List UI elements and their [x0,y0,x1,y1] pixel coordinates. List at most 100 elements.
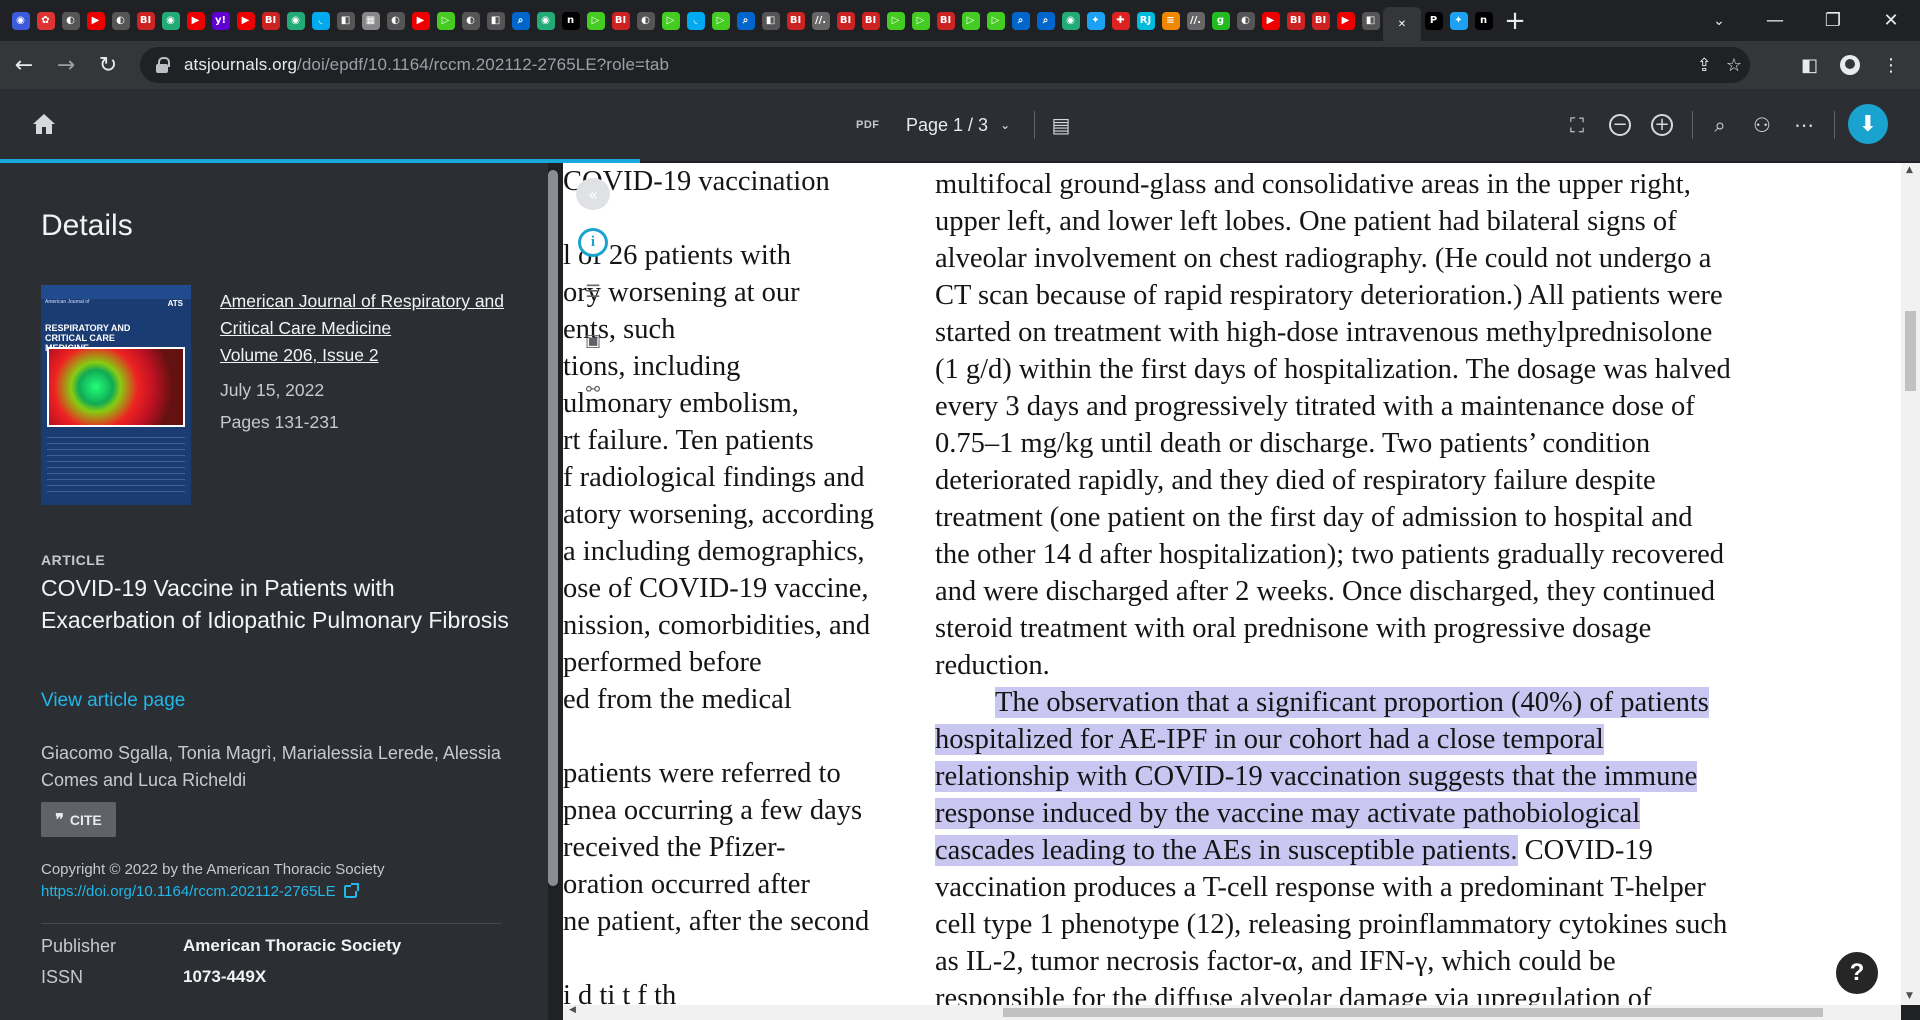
browser-tab-26[interactable]: ▷ [658,6,683,35]
browser-tab-6[interactable]: ◉ [158,6,183,35]
collapse-panel-icon[interactable]: « [576,178,610,211]
browser-tab-17[interactable]: ▷ [433,6,458,35]
lock-icon[interactable] [156,57,170,73]
browser-tab-36[interactable]: ▷ [908,6,933,35]
forward-arrow-icon[interactable]: → [48,47,84,83]
search-icon[interactable]: ⌕ [1706,111,1734,139]
more-options-icon[interactable]: ⋯ [1790,111,1818,139]
browser-tab-32[interactable]: //. [808,6,833,35]
browser-tab-34[interactable]: BI [858,6,883,35]
browser-tab-19[interactable]: ◧ [483,6,508,35]
new-tab-button[interactable]: + [1496,6,1534,36]
side-panel-icon[interactable]: ◧ [1801,55,1818,76]
image-icon[interactable]: ▣ [579,328,607,355]
browser-tab-47[interactable]: //. [1183,6,1208,35]
browser-tab-5[interactable]: BI [133,6,158,35]
browser-tab-41[interactable]: ⌕ [1033,6,1058,35]
browser-tab-20[interactable]: ⌕ [508,6,533,35]
reload-icon[interactable]: ↻ [90,47,126,83]
browser-after-tab-2[interactable]: n [1471,6,1496,35]
download-button[interactable]: ⬇ [1848,104,1888,144]
browser-tab-44[interactable]: ✚ [1108,6,1133,35]
browser-tab-18[interactable]: ◐ [458,6,483,35]
document-outline-icon[interactable]: ▤ [1047,111,1075,139]
browser-tab-28[interactable]: ▷ [708,6,733,35]
address-bar[interactable]: atsjournals.org/doi/epdf/10.1164/rccm.20… [140,47,1750,83]
close-window-icon[interactable]: ✕ [1862,0,1920,41]
back-arrow-icon[interactable]: ← [6,47,42,83]
page-selector[interactable]: Page 1 / 3 ⌄ [906,111,1010,139]
info-icon[interactable]: i [578,228,608,258]
link-icon[interactable]: ⚯ [579,376,607,403]
highlighted-text[interactable]: response induced by the vaccine may acti… [935,798,1641,829]
browser-tab-37[interactable]: BI [933,6,958,35]
browser-tab-10[interactable]: BI [258,6,283,35]
help-button[interactable]: ? [1834,950,1880,996]
browser-tab-23[interactable]: ▷ [583,6,608,35]
journal-cover-image[interactable]: American Journal of ATS RESPIRATORY AND C… [41,285,191,505]
cite-button[interactable]: ❞ CITE [41,802,116,837]
browser-tab-0[interactable]: ◉ [8,6,33,35]
scroll-thumb-horizontal[interactable] [1003,1008,1823,1017]
scroll-thumb[interactable] [1905,311,1916,391]
browser-tab-14[interactable]: ▦ [358,6,383,35]
browser-tab-51[interactable]: BI [1283,6,1308,35]
scroll-down-icon[interactable]: ▼ [1906,991,1913,1001]
browser-tab-13[interactable]: ◧ [333,6,358,35]
browser-tab-8[interactable]: y! [208,6,233,35]
active-tab[interactable]: ✕ [1383,7,1421,41]
browser-tab-1[interactable]: ✿ [33,6,58,35]
browser-tab-30[interactable]: ◧ [758,6,783,35]
browser-tab-38[interactable]: ▷ [958,6,983,35]
highlighted-text[interactable]: hospitalized for AE-IPF in our cohort ha… [935,724,1604,755]
browser-tab-50[interactable]: ▶ [1258,6,1283,35]
browser-tab-7[interactable]: ▶ [183,6,208,35]
browser-tab-16[interactable]: ▶ [408,6,433,35]
restore-icon[interactable]: ❐ [1804,0,1862,41]
pdf-vertical-scrollbar[interactable]: ▲ ▼ [1901,163,1920,1005]
browser-tab-29[interactable]: ⌕ [733,6,758,35]
doi-link[interactable]: https://doi.org/10.1164/rccm.202112-2765… [41,883,359,900]
browser-tab-33[interactable]: BI [833,6,858,35]
scroll-left-icon[interactable]: ◀ [569,1005,576,1015]
highlighted-text[interactable]: cascades leading to the AEs in susceptib… [935,835,1518,866]
pdf-horizontal-scrollbar[interactable]: ◀ [563,1005,1901,1020]
menu-kebab-icon[interactable]: ⋮ [1882,55,1900,76]
browser-tab-9[interactable]: ▶ [233,6,258,35]
browser-tab-52[interactable]: BI [1308,6,1333,35]
browser-tab-31[interactable]: BI [783,6,808,35]
url-text[interactable]: atsjournals.org/doi/epdf/10.1164/rccm.20… [184,55,669,75]
browser-tab-12[interactable]: ◟ [308,6,333,35]
browser-tab-27[interactable]: ◟ [683,6,708,35]
zoom-in-icon[interactable]: + [1648,111,1676,139]
tab-search-chevron-icon[interactable]: ⌄ [1700,0,1738,41]
browser-tab-4[interactable]: ◐ [108,6,133,35]
browser-tab-42[interactable]: ◉ [1058,6,1083,35]
browser-tab-21[interactable]: ◉ [533,6,558,35]
share-users-icon[interactable]: ⚇ [1748,111,1776,139]
highlighted-text[interactable]: The observation that a significant propo… [995,687,1709,718]
browser-tab-54[interactable]: ◧ [1358,6,1383,35]
browser-tab-49[interactable]: ◐ [1233,6,1258,35]
browser-tab-25[interactable]: ◐ [633,6,658,35]
browser-tab-11[interactable]: ◉ [283,6,308,35]
close-tab-icon[interactable]: ✕ [1393,15,1411,33]
browser-tab-45[interactable]: RJ [1133,6,1158,35]
fullscreen-icon[interactable]: ⛶ [1563,111,1591,139]
browser-tab-3[interactable]: ▶ [83,6,108,35]
home-icon[interactable] [32,113,56,135]
browser-tab-46[interactable]: ≡ [1158,6,1183,35]
view-article-link[interactable]: View article page [41,690,185,712]
zoom-out-icon[interactable]: − [1606,111,1634,139]
browser-tab-15[interactable]: ◐ [383,6,408,35]
share-icon[interactable]: ⇪ [1697,55,1712,76]
profile-icon[interactable] [1840,55,1860,75]
list-icon[interactable]: ☰ [579,279,607,306]
browser-tab-22[interactable]: n [558,6,583,35]
bookmark-star-icon[interactable]: ☆ [1726,55,1742,76]
browser-tab-43[interactable]: ✦ [1083,6,1108,35]
highlighted-text[interactable]: relationship with COVID-19 vaccination s… [935,761,1698,792]
browser-tab-53[interactable]: ▶ [1333,6,1358,35]
sidebar-scrollbar[interactable] [548,170,558,886]
browser-after-tab-0[interactable]: P [1421,6,1446,35]
